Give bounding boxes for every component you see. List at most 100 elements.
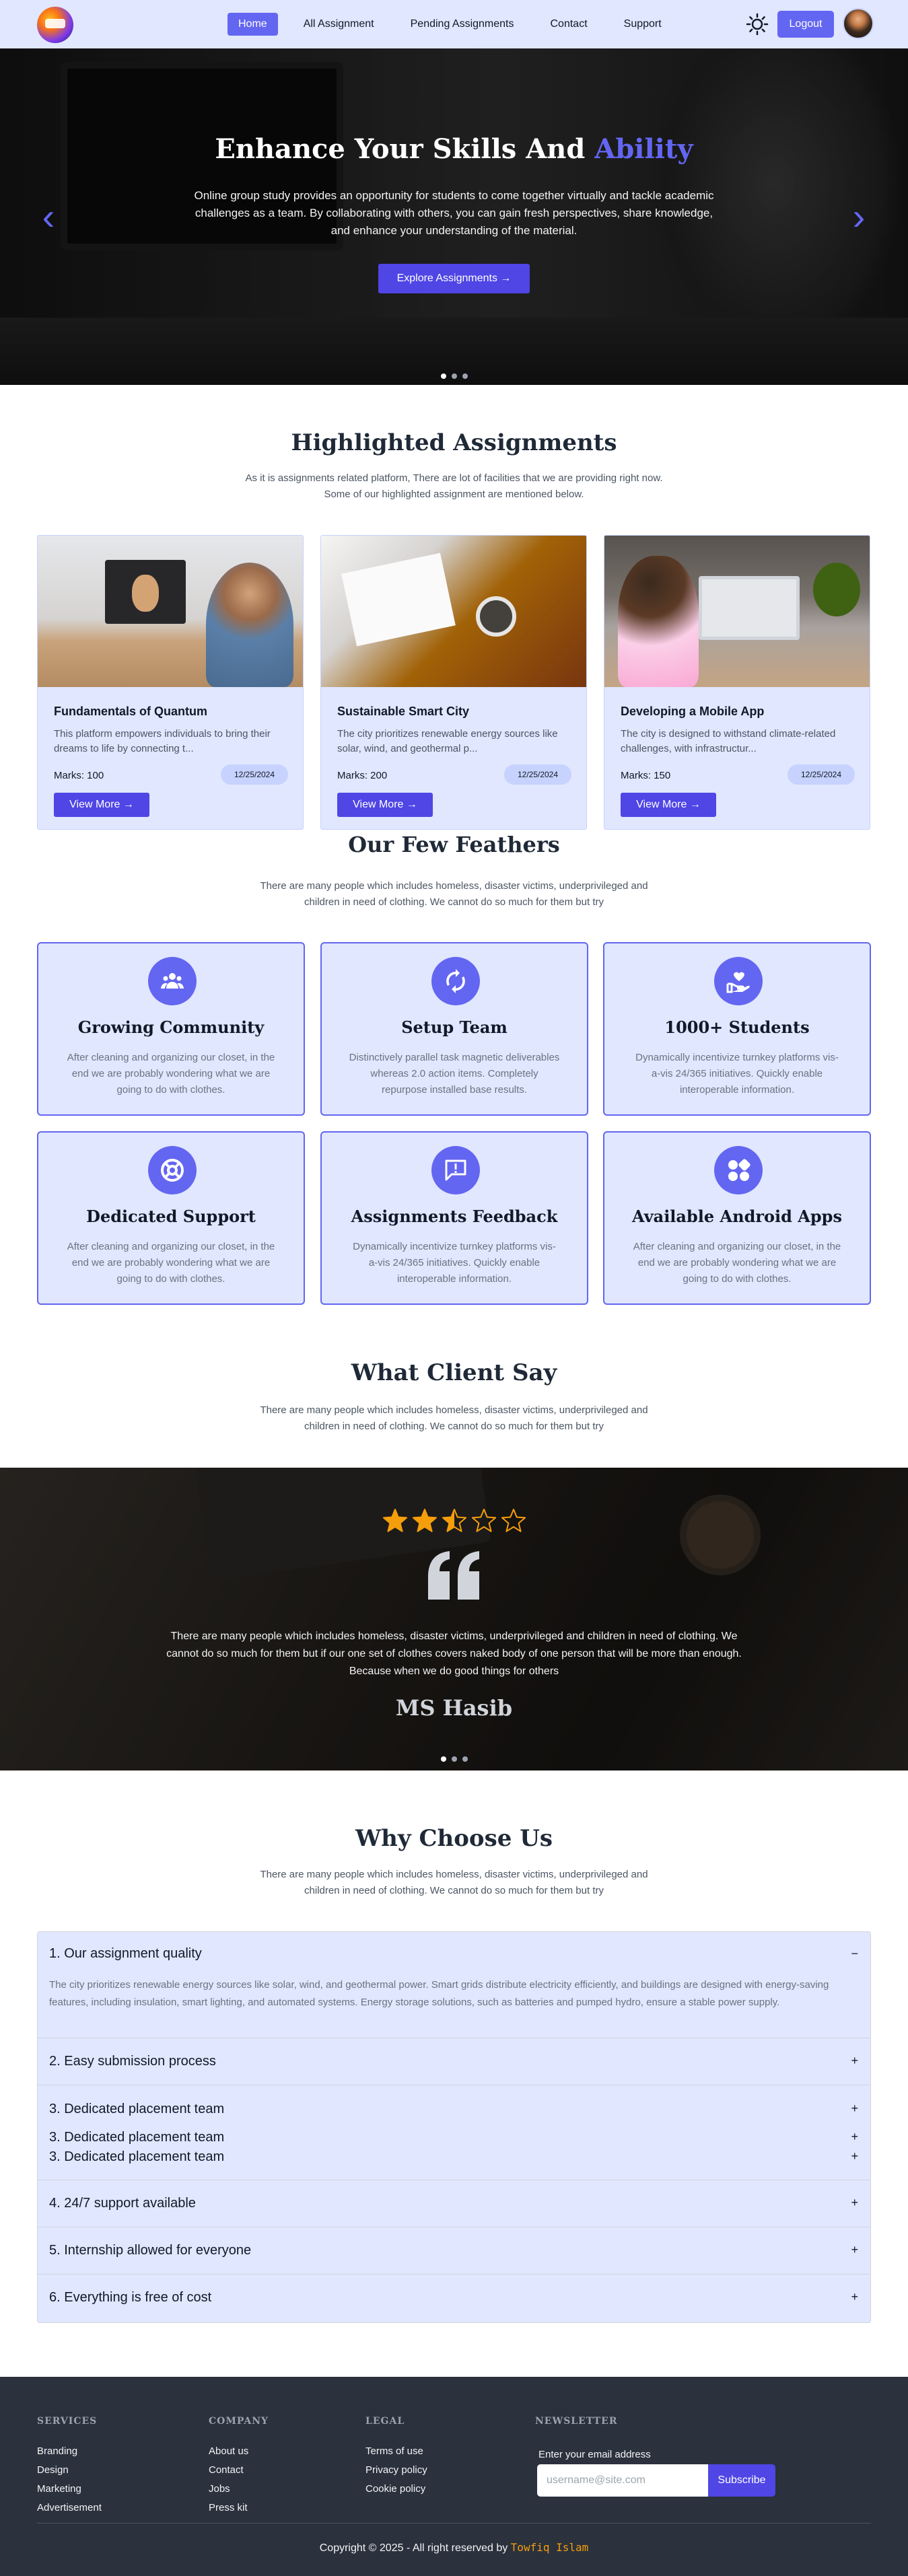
faq-question[interactable]: 3. Dedicated placement team: [49, 2149, 224, 2165]
faq-question[interactable]: 5. Internship allowed for everyone: [49, 2243, 251, 2258]
plus-icon[interactable]: +: [851, 2149, 858, 2163]
assignment-image: [604, 536, 870, 687]
feature-desc: Dynamically incentivize turnkey platform…: [635, 1052, 839, 1096]
assignment-title: Sustainable Smart City: [337, 705, 470, 718]
plus-icon[interactable]: +: [851, 2243, 858, 2257]
slider-dot[interactable]: [440, 373, 446, 379]
star-icon: [501, 1509, 526, 1532]
footer-link[interactable]: Design: [37, 2464, 69, 2476]
why-title: Why Choose Us: [355, 1825, 553, 1852]
feature-title: 1000+ Students: [664, 1017, 810, 1037]
assignment-card: Developing a Mobile App The city is desi…: [604, 535, 870, 830]
footer-link[interactable]: Jobs: [209, 2483, 230, 2495]
faq-item[interactable]: 1. Our assignment quality − The city pri…: [38, 1932, 870, 2038]
faq-answer: The city prioritizes renewable energy so…: [49, 1979, 829, 2008]
feature-card: Dedicated Support After cleaning and org…: [37, 1131, 305, 1305]
slider-dot[interactable]: [462, 373, 468, 379]
slider-dot[interactable]: [451, 373, 457, 379]
plus-icon[interactable]: +: [851, 2196, 858, 2210]
plus-icon[interactable]: +: [851, 2054, 858, 2068]
nav-contact[interactable]: Contact: [540, 13, 598, 36]
feature-desc: Distinctively parallel task magnetic del…: [349, 1052, 560, 1096]
nav-pending-assignments[interactable]: Pending Assignments: [400, 13, 525, 36]
star-icon: [382, 1509, 408, 1532]
faq-question[interactable]: 3. Dedicated placement team: [49, 2130, 224, 2145]
explore-assignments-button[interactable]: Explore Assignments →: [378, 264, 530, 293]
footer-link[interactable]: Press kit: [209, 2502, 248, 2513]
slider-dot[interactable]: [440, 1756, 446, 1762]
footer-link[interactable]: Contact: [209, 2464, 244, 2476]
testimonial-slider-dots: [0, 1753, 908, 1765]
assignment-card: Fundamentals of Quantum This platform em…: [37, 535, 304, 830]
slider-dot[interactable]: [451, 1756, 457, 1762]
hero-title-accent: Ability: [594, 133, 693, 165]
star-icon: [442, 1509, 467, 1532]
minus-icon[interactable]: −: [851, 1947, 858, 1961]
nav-home[interactable]: Home: [228, 13, 278, 36]
sun-icon[interactable]: [746, 13, 769, 36]
slider-prev-icon[interactable]: ‹: [35, 198, 62, 238]
hero-title: Enhance Your Skills And Ability: [0, 133, 908, 165]
faq-item[interactable]: 6. Everything is free of cost +: [38, 2275, 870, 2322]
faq-question[interactable]: 6. Everything is free of cost: [49, 2290, 211, 2305]
testimonial-slider: There are many people which includes hom…: [0, 1468, 908, 1770]
faq-item[interactable]: 2. Easy submission process +: [38, 2038, 870, 2085]
why-subtitle: There are many people which includes hom…: [260, 1869, 648, 1896]
slider-dot[interactable]: [462, 1756, 468, 1762]
footer-services-title: SERVICES: [37, 2416, 98, 2427]
star-icon: [471, 1509, 497, 1532]
view-more-button[interactable]: View More →: [337, 793, 433, 817]
logout-button[interactable]: Logout: [777, 11, 834, 38]
footer-legal-title: LEGAL: [365, 2416, 405, 2427]
plus-icon[interactable]: +: [851, 2102, 858, 2116]
community-icon: [148, 957, 197, 1005]
site-logo[interactable]: [37, 7, 73, 43]
features-subtitle: There are many people which includes hom…: [260, 880, 648, 908]
assignment-date-badge: 12/25/2024: [504, 764, 571, 785]
faq-item[interactable]: 4. 24/7 support available +: [38, 2180, 870, 2227]
star-rating: [382, 1509, 526, 1532]
faq-question[interactable]: 1. Our assignment quality: [49, 1946, 202, 1962]
sync-icon: [431, 957, 480, 1005]
footer-link[interactable]: Marketing: [37, 2483, 81, 2495]
faq-question[interactable]: 2. Easy submission process: [49, 2054, 216, 2069]
avatar[interactable]: [843, 8, 874, 39]
copyright: Copyright © 2025 - All right reserved by…: [0, 2541, 908, 2554]
footer-divider: [37, 2523, 871, 2524]
feature-title: Available Android Apps: [632, 1207, 842, 1226]
feature-title: Setup Team: [401, 1017, 508, 1037]
footer-link[interactable]: Cookie policy: [365, 2483, 425, 2495]
footer-link[interactable]: About us: [209, 2445, 248, 2457]
slider-next-icon[interactable]: ›: [845, 198, 872, 238]
feature-desc: After cleaning and organizing our closet…: [67, 1052, 275, 1096]
footer-link[interactable]: Branding: [37, 2445, 77, 2457]
subscribe-button[interactable]: Subscribe: [708, 2464, 775, 2497]
newsletter-email-input[interactable]: [537, 2464, 708, 2497]
assignment-desc: The city is designed to withstand climat…: [621, 728, 836, 754]
footer-newsletter-title: NEWSLETTER: [535, 2416, 618, 2427]
view-more-button[interactable]: View More →: [54, 793, 149, 817]
feature-card: Available Android Apps After cleaning an…: [603, 1131, 871, 1305]
apps-icon: [714, 1146, 763, 1194]
footer-link[interactable]: Privacy policy: [365, 2464, 427, 2476]
view-more-button[interactable]: View More →: [621, 793, 716, 817]
feature-card: Assignments Feedback Dynamically incenti…: [320, 1131, 588, 1305]
star-icon: [412, 1509, 438, 1532]
plus-icon[interactable]: +: [851, 2290, 858, 2304]
nav-support[interactable]: Support: [613, 13, 672, 36]
copyright-text: Copyright © 2025 - All right reserved by: [319, 2542, 508, 2554]
faq-question[interactable]: 4. 24/7 support available: [49, 2196, 196, 2211]
hero-text: Online group study provides an opportuni…: [194, 189, 714, 237]
feature-desc: After cleaning and organizing our closet…: [633, 1241, 841, 1285]
clients-title: What Client Say: [351, 1359, 557, 1386]
feature-title: Assignments Feedback: [351, 1207, 558, 1226]
nav-all-assignment[interactable]: All Assignment: [293, 13, 385, 36]
faq-question[interactable]: 3. Dedicated placement team: [49, 2102, 224, 2117]
plus-icon[interactable]: +: [851, 2130, 858, 2144]
newsletter-label: Enter your email address: [538, 2449, 651, 2460]
footer-link[interactable]: Terms of use: [365, 2445, 423, 2457]
faq-item[interactable]: 3. Dedicated placement team + 3. Dedicat…: [38, 2085, 870, 2180]
assignment-title: Fundamentals of Quantum: [54, 705, 208, 718]
footer-link[interactable]: Advertisement: [37, 2502, 102, 2513]
faq-item[interactable]: 5. Internship allowed for everyone +: [38, 2227, 870, 2275]
